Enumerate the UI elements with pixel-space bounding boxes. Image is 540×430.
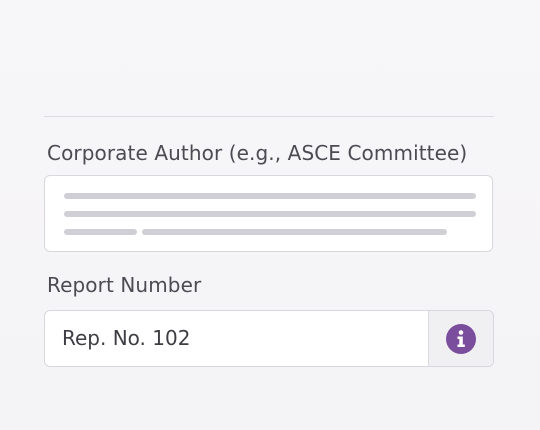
- text-placeholder-line: [64, 193, 476, 199]
- report-number-label: Report Number: [47, 273, 202, 297]
- info-icon: [446, 323, 476, 354]
- corporate-author-textarea[interactable]: [44, 175, 493, 252]
- info-button[interactable]: [428, 311, 493, 366]
- report-number-input[interactable]: Rep. No. 102: [62, 326, 190, 350]
- text-placeholder-line: [142, 229, 447, 235]
- text-placeholder-line: [64, 229, 137, 235]
- report-number-field[interactable]: Rep. No. 102: [44, 310, 494, 367]
- text-placeholder-line: [64, 211, 476, 217]
- form-section: Corporate Author (e.g., ASCE Committee) …: [0, 0, 540, 430]
- section-divider: [44, 116, 494, 117]
- corporate-author-label: Corporate Author (e.g., ASCE Committee): [47, 141, 468, 165]
